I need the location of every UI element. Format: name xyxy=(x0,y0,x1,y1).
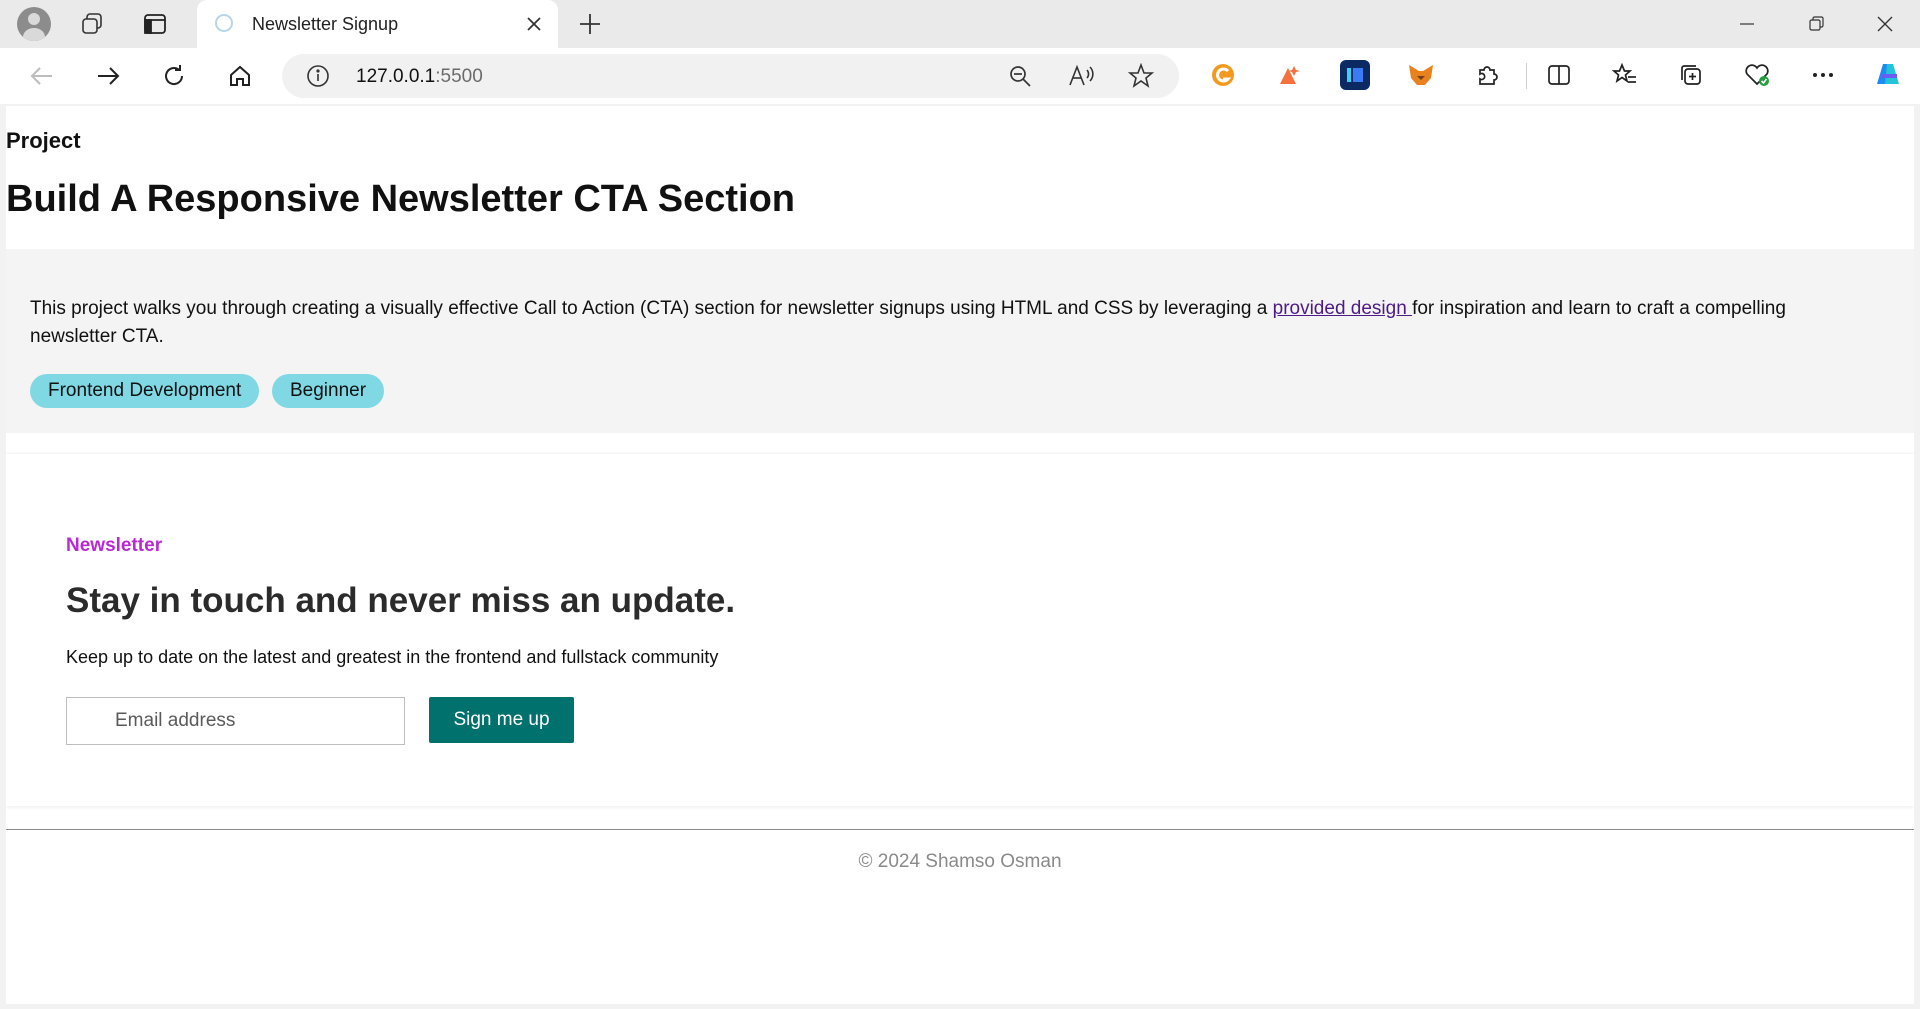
cta-subtext: Keep up to date on the latest and greate… xyxy=(66,647,719,667)
new-tab-icon[interactable] xyxy=(574,8,606,40)
project-title: Build A Responsive Newsletter CTA Sectio… xyxy=(6,178,796,220)
restore-icon[interactable] xyxy=(1793,8,1839,40)
more-options-icon[interactable] xyxy=(1808,60,1838,90)
tab-strip: Newsletter Signup xyxy=(0,0,1920,48)
provided-design-link[interactable]: provided design xyxy=(1273,298,1412,319)
cta-heading: Stay in touch and never miss an update. xyxy=(66,581,736,620)
favorite-star-icon[interactable] xyxy=(1127,62,1155,94)
refresh-icon[interactable] xyxy=(158,60,190,92)
tab-close-icon[interactable] xyxy=(522,12,546,36)
read-aloud-icon[interactable] xyxy=(1068,64,1094,93)
project-description: This project walks you through creating … xyxy=(30,298,1786,347)
active-tab[interactable]: Newsletter Signup xyxy=(197,0,558,48)
project-label: Project xyxy=(6,128,81,153)
metamask-fox-icon[interactable] xyxy=(1406,60,1436,90)
sign-me-up-button[interactable]: Sign me up xyxy=(429,697,574,743)
extension-flame-icon[interactable] xyxy=(1274,60,1304,90)
tab-title: Newsletter Signup xyxy=(252,14,399,34)
zoom-out-icon[interactable] xyxy=(1008,64,1032,93)
vertical-tabs-icon[interactable] xyxy=(139,8,171,40)
newsletter-eyebrow: Newsletter xyxy=(66,535,163,556)
address-text[interactable]: 127.0.0.1:5500 xyxy=(356,66,483,88)
browser-essentials-icon[interactable] xyxy=(1742,60,1772,90)
browser-toolbar: 127.0.0.1:5500 xyxy=(0,48,1920,104)
favorites-icon[interactable] xyxy=(1610,60,1640,90)
newsletter-cta-card: Newsletter Stay in touch and never miss … xyxy=(6,454,1914,806)
profile-avatar[interactable] xyxy=(17,7,51,41)
address-bar[interactable]: 127.0.0.1:5500 xyxy=(282,54,1179,98)
extensions-puzzle-icon[interactable] xyxy=(1472,60,1502,90)
close-window-icon[interactable] xyxy=(1862,8,1908,40)
tag-frontend-development: Frontend Development xyxy=(30,374,260,408)
footer-divider xyxy=(6,829,1914,830)
site-info-icon[interactable] xyxy=(306,64,330,93)
email-input[interactable] xyxy=(66,697,405,745)
back-icon[interactable] xyxy=(26,60,58,92)
tab-favicon-icon xyxy=(215,14,233,32)
page-viewport: Project Build A Responsive Newsletter CT… xyxy=(6,106,1914,1004)
footer-copyright: © 2024 Shamso Osman xyxy=(858,851,1062,872)
copilot-icon[interactable] xyxy=(1870,57,1906,93)
collections-icon[interactable] xyxy=(1676,60,1706,90)
extension-g-icon[interactable] xyxy=(1208,60,1238,90)
home-icon[interactable] xyxy=(224,60,256,92)
extension-dev-icon[interactable] xyxy=(1340,60,1370,90)
toolbar-divider xyxy=(1526,63,1527,89)
project-description-box: This project walks you through creating … xyxy=(6,249,1914,433)
workspaces-icon[interactable] xyxy=(76,8,108,40)
split-screen-icon[interactable] xyxy=(1544,60,1574,90)
tag-beginner: Beginner xyxy=(272,374,385,408)
minimize-icon[interactable] xyxy=(1724,8,1770,40)
forward-icon[interactable] xyxy=(92,60,124,92)
